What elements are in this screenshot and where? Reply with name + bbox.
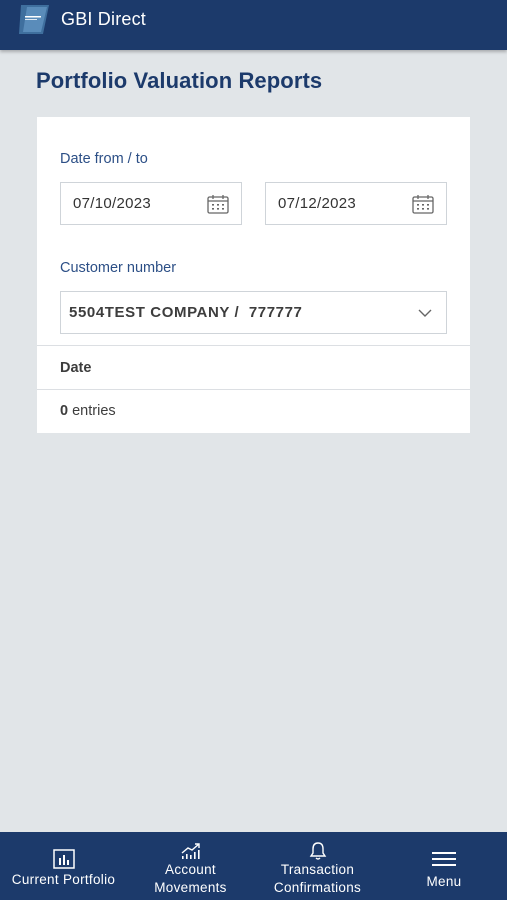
nav-label-account: Account <box>165 862 216 877</box>
table-header: Date <box>37 345 470 390</box>
bar-chart-icon <box>52 849 75 869</box>
calendar-icon[interactable] <box>412 194 434 214</box>
date-from-field[interactable]: 07/10/2023 <box>60 182 242 225</box>
entries-suffix: entries <box>68 403 116 419</box>
date-to-value: 07/12/2023 <box>278 195 357 212</box>
hamburger-icon <box>432 852 456 866</box>
entries-number: 0 <box>60 403 69 419</box>
date-from-value: 07/10/2023 <box>73 195 152 212</box>
trend-chart-icon <box>181 843 200 859</box>
nav-label-movements: Movements <box>154 880 227 895</box>
nav-label-menu: Menu <box>426 874 462 889</box>
entries-count: 0 entries <box>60 403 116 419</box>
gbi-logo-icon <box>19 5 49 34</box>
top-app-bar: GBI Direct <box>0 0 507 50</box>
calendar-icon[interactable] <box>207 194 229 214</box>
nav-label-transaction: Transaction <box>280 862 355 877</box>
page-title: Portfolio Valuation Reports <box>36 68 323 93</box>
app-title: GBI Direct <box>61 9 147 29</box>
customer-number-label: Customer number <box>60 260 177 276</box>
bell-icon <box>309 842 326 860</box>
bottom-navigation: Current Portfolio Account Movements Tran… <box>0 832 507 900</box>
column-header-date[interactable]: Date <box>60 360 91 376</box>
date-to-field[interactable]: 07/12/2023 <box>265 182 447 225</box>
nav-transaction-confirmations[interactable]: Transaction Confirmations <box>254 832 381 900</box>
date-range-label: Date from / to <box>60 151 148 167</box>
nav-label-confirmations: Confirmations <box>273 880 362 895</box>
chevron-down-icon <box>418 309 432 317</box>
customer-number-select[interactable]: 5504TEST COMPANY / 777777 <box>60 291 447 334</box>
nav-current-portfolio[interactable]: Current Portfolio <box>0 832 127 900</box>
customer-number-value: 5504TEST COMPANY / 777777 <box>69 304 303 321</box>
nav-label-current-portfolio: Current Portfolio <box>11 872 116 887</box>
nav-account-movements[interactable]: Account Movements <box>127 832 254 900</box>
nav-menu[interactable]: Menu <box>381 832 507 900</box>
report-filter-card: Date from / to 07/10/2023 07/12/2023 Cus… <box>37 117 470 433</box>
